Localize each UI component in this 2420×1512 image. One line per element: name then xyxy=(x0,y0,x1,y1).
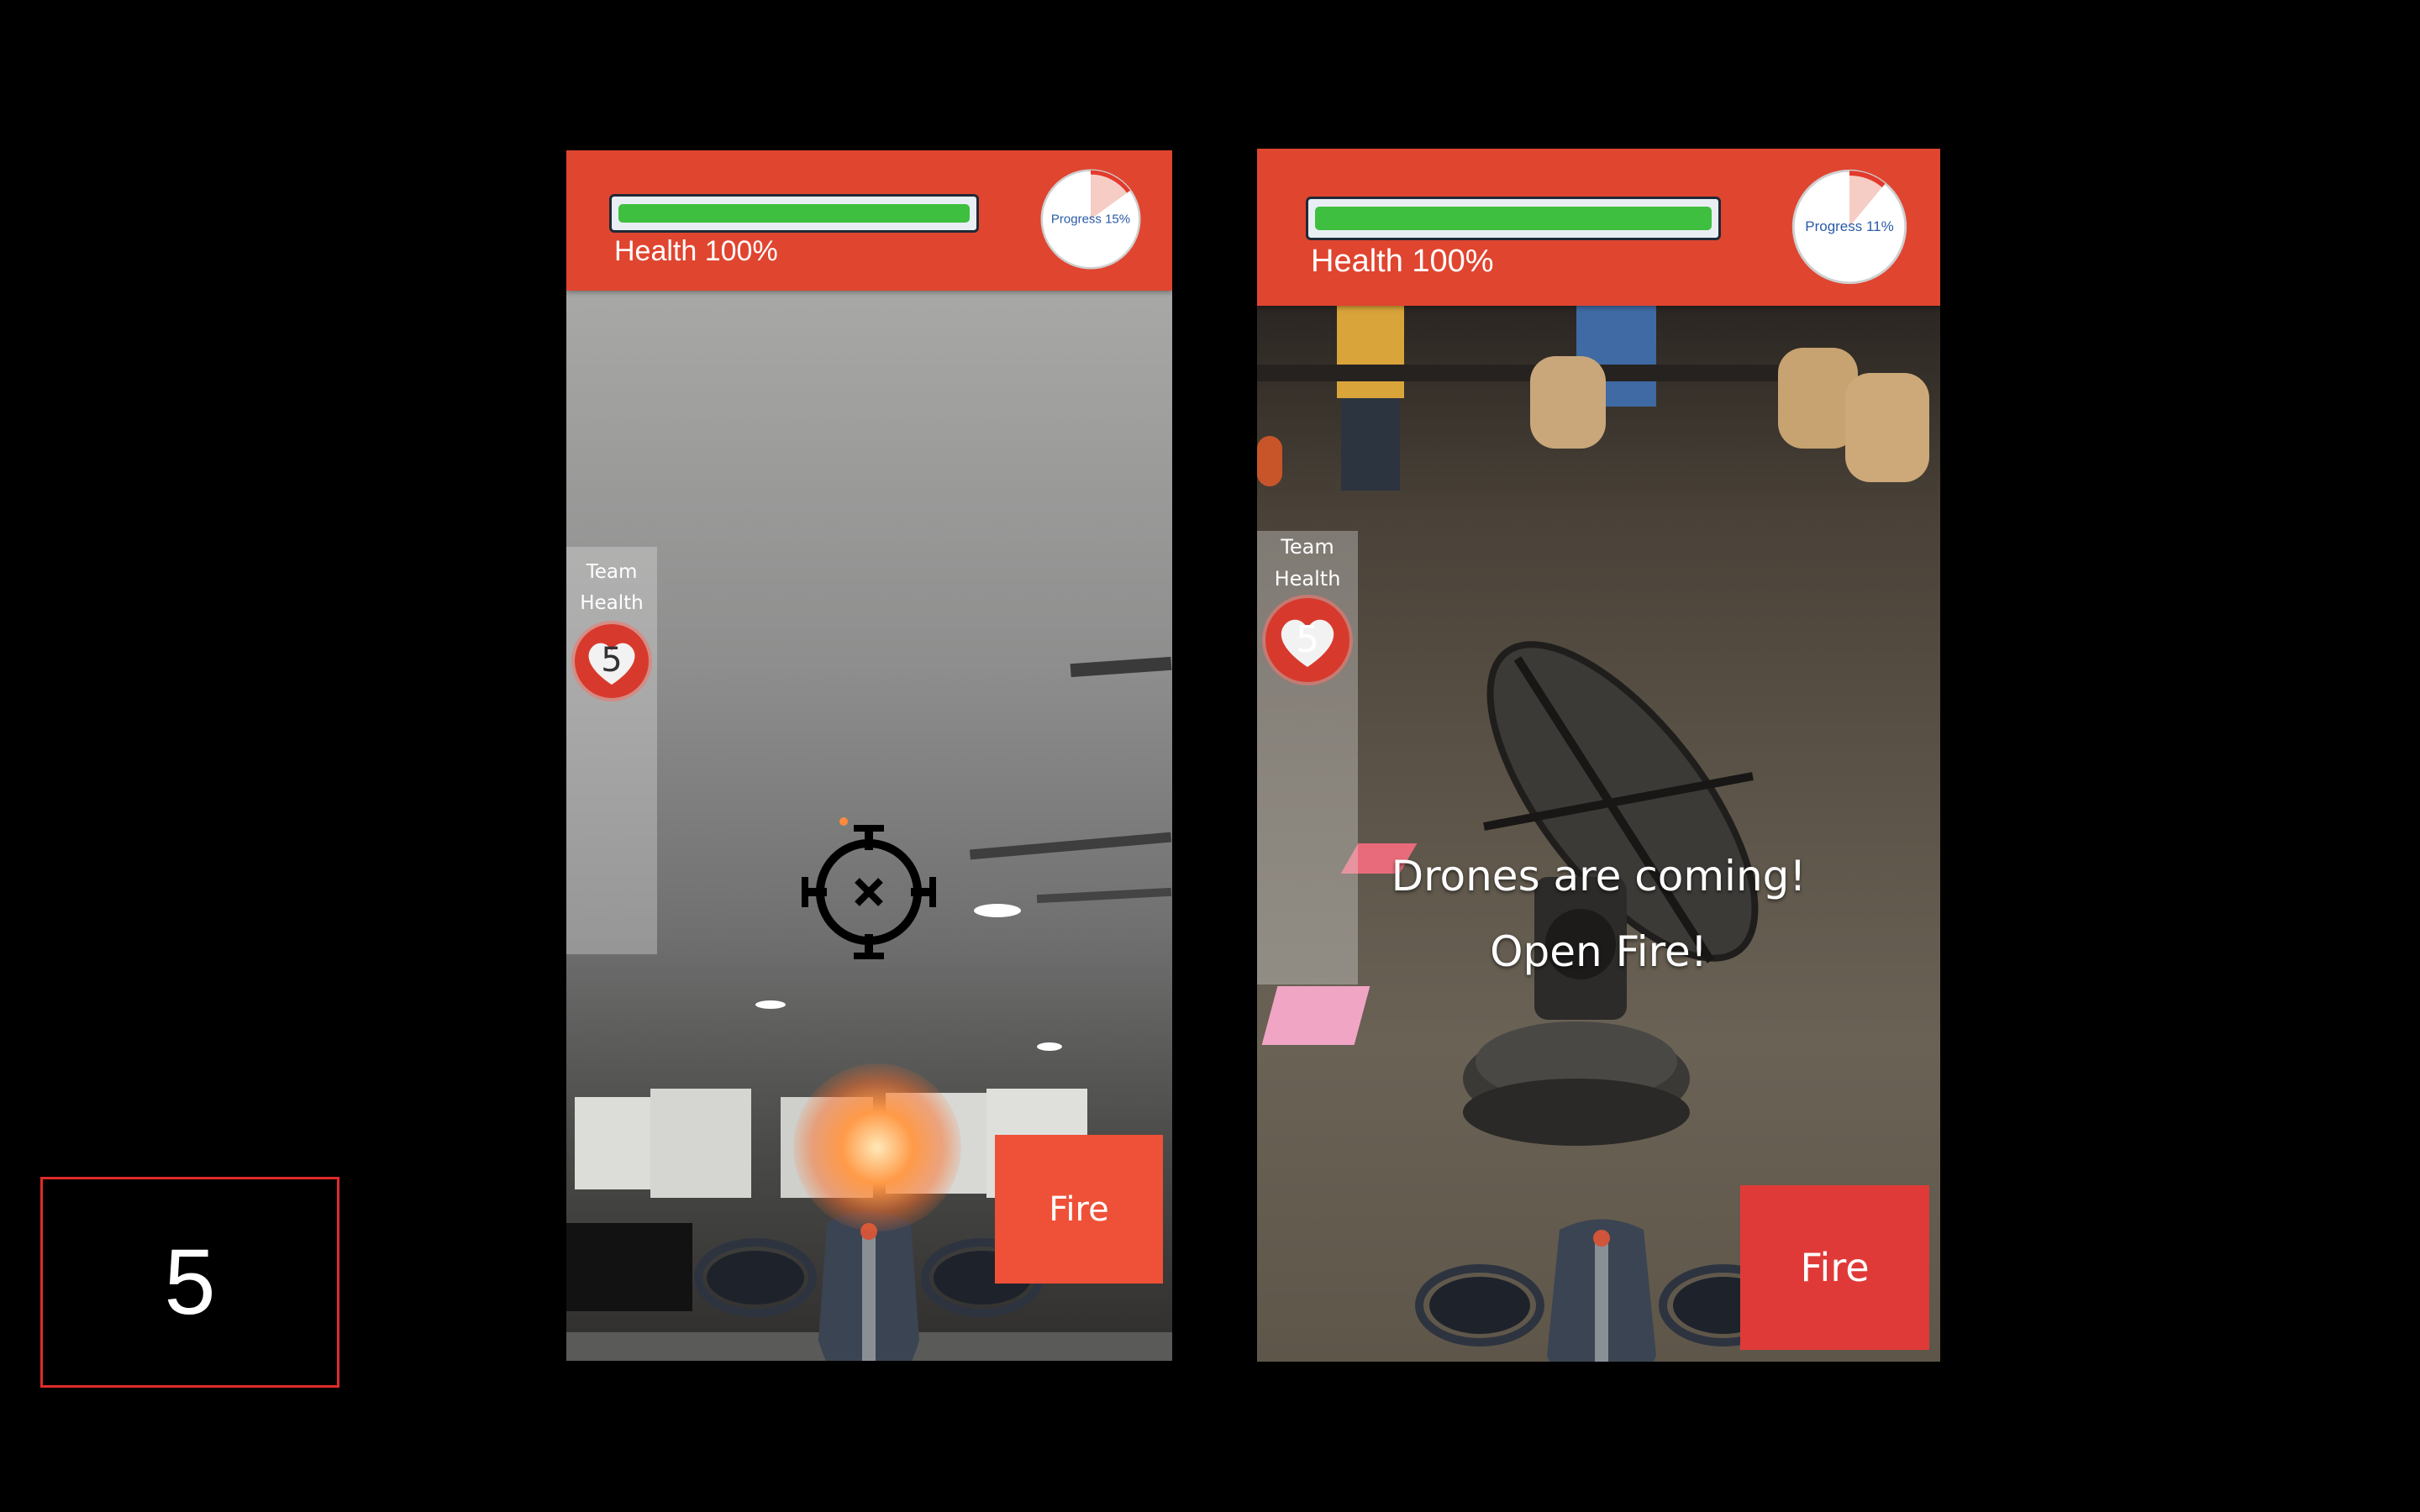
team-health-label-line2: Health xyxy=(580,591,644,614)
team-health-label: Team Health xyxy=(1257,531,1358,596)
alert-banner-line2: Open Fire! xyxy=(1490,927,1707,976)
ceiling-pipe xyxy=(1036,887,1172,904)
turret-model xyxy=(1463,641,1759,1146)
health-bar-fill xyxy=(618,204,970,223)
team-health-badge: 5 xyxy=(575,624,649,698)
team-health-count: 5 xyxy=(1296,618,1319,661)
hud-top-bar: Health 100% Progress 11% xyxy=(1257,149,1940,306)
chair xyxy=(1845,373,1929,482)
monitor xyxy=(566,1223,692,1311)
ceiling-light xyxy=(755,1000,786,1009)
left-phone-screen: Health 100% Progress 15% Team Health 5 F… xyxy=(566,150,1172,1361)
spark-particle xyxy=(839,817,848,826)
desk xyxy=(1257,365,1778,381)
drone-model xyxy=(1415,1219,1788,1362)
fire-button[interactable]: Fire xyxy=(995,1135,1163,1284)
health-bar xyxy=(609,194,979,233)
alert-banner-line1: Drones are coming! xyxy=(1391,852,1807,900)
orange-disc xyxy=(1257,436,1282,486)
ceiling-light xyxy=(1037,1042,1062,1051)
crosshair-icon xyxy=(802,825,936,959)
team-health-badge: 5 xyxy=(1265,598,1349,682)
ceiling-pipe xyxy=(1070,656,1172,678)
ceiling-light xyxy=(974,904,1021,917)
hud-top-bar: Health 100% Progress 15% xyxy=(566,150,1172,291)
poster xyxy=(650,1089,751,1198)
team-health-label-line1: Team xyxy=(586,561,638,583)
team-health-panel: Team Health 5 xyxy=(566,547,657,954)
team-health-label-line1: Team xyxy=(1281,535,1334,559)
health-bar-fill xyxy=(1315,207,1712,230)
team-health-panel: Team Health 5 xyxy=(1257,531,1358,984)
progress-label: Progress 15% xyxy=(1050,212,1131,227)
person xyxy=(1337,306,1404,398)
team-health-label: Team Health xyxy=(566,557,657,619)
progress-ring: Progress 15% xyxy=(1039,167,1143,271)
chair xyxy=(1530,356,1606,449)
team-health-label-line2: Health xyxy=(1274,567,1341,591)
health-bar xyxy=(1306,197,1721,240)
round-number-box: 5 xyxy=(40,1177,339,1388)
team-health-count: 5 xyxy=(601,641,623,680)
poster xyxy=(575,1097,659,1189)
person xyxy=(1341,398,1400,491)
round-number: 5 xyxy=(164,1231,216,1334)
health-label: Health 100% xyxy=(1311,244,1494,279)
fire-button[interactable]: Fire xyxy=(1740,1185,1929,1350)
ceiling-pipe xyxy=(969,832,1172,860)
floor-marker-b xyxy=(1261,986,1370,1045)
progress-label: Progress 11% xyxy=(1805,218,1894,234)
explosion-effect xyxy=(793,1063,961,1231)
right-phone-screen: Drones are coming! Open Fire! Health 100… xyxy=(1257,149,1940,1362)
health-label: Health 100% xyxy=(614,235,778,267)
progress-ring: Progress 11% xyxy=(1790,167,1909,286)
